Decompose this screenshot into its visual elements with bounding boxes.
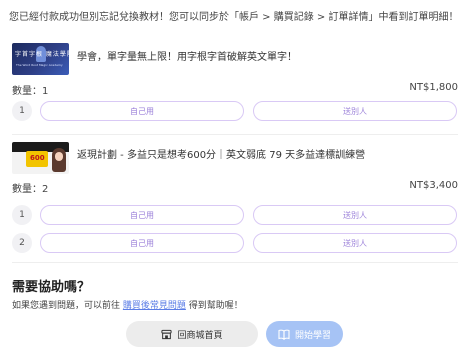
license-row-number: 2	[12, 233, 32, 253]
product-thumbnail-1[interactable]: 字首字根 魔法學院 The Word Root Magic Academy	[12, 43, 69, 75]
thumbnail-title: 字首字根 魔法學院	[15, 51, 69, 58]
book-icon	[278, 329, 290, 340]
gift-button[interactable]: 送別人	[253, 205, 457, 225]
presenter-face	[55, 152, 63, 161]
payment-success-notice: 您已經付款成功但別忘記兌換教材！您可以同步於「帳戶 > 購買記錄 > 訂單詳情」…	[9, 12, 459, 23]
thumbnail-subtitle: The Word Root Magic Academy	[16, 63, 63, 67]
price-label: NT$1,800	[409, 82, 458, 93]
help-heading: 需要協助嗎？	[12, 280, 91, 295]
help-text-before: 如果您遇到問題，可以前往	[12, 301, 123, 311]
self-use-button[interactable]: 自己用	[40, 233, 244, 253]
license-row-number: 1	[12, 101, 32, 121]
help-text-after: 得到幫助喔！	[185, 301, 243, 311]
self-use-button[interactable]: 自己用	[40, 205, 244, 225]
license-row-number: 1	[12, 205, 32, 225]
start-learning-button[interactable]: 開始學習	[266, 321, 343, 347]
start-learning-label: 開始學習	[294, 330, 331, 341]
quantity-label: 數量：1	[12, 86, 49, 97]
score-badge-text: 600	[30, 154, 45, 162]
divider	[12, 134, 458, 135]
faq-link[interactable]: 購買後常見問題	[123, 301, 186, 311]
help-text: 如果您遇到問題，可以前往 購買後常見問題 得到幫助喔！	[12, 298, 243, 311]
back-to-store-label: 回商城首頁	[177, 330, 223, 341]
divider	[12, 262, 458, 263]
gift-button[interactable]: 送別人	[253, 233, 457, 253]
self-use-button[interactable]: 自己用	[40, 101, 244, 121]
back-to-store-button[interactable]: 回商城首頁	[126, 321, 258, 347]
product-thumbnail-2[interactable]: 600	[12, 142, 69, 174]
store-icon	[161, 329, 173, 340]
price-label: NT$3,400	[409, 180, 458, 191]
product-name[interactable]: 返現計劃 - 多益只是想考600分｜英文弱底 79 天多益達標訓練營	[77, 146, 365, 161]
gift-button[interactable]: 送別人	[253, 101, 457, 121]
product-name[interactable]: 學會，單字量無上限！用字根字首破解英文單字！	[77, 48, 297, 63]
quantity-label: 數量：2	[12, 184, 49, 195]
